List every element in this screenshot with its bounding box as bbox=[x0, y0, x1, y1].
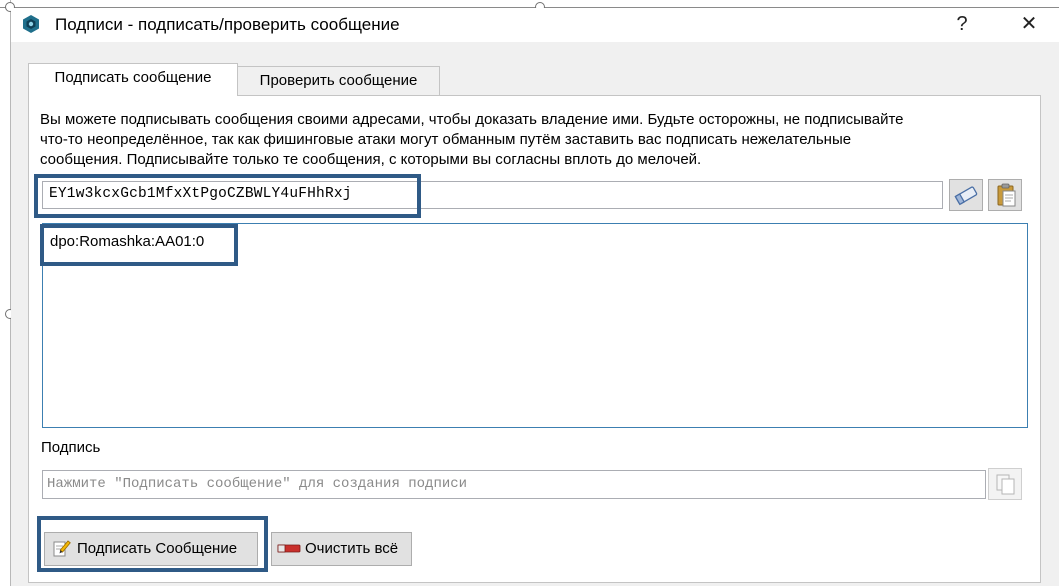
message-textarea-value: dpo:Romashka:AA01:0 bbox=[50, 233, 205, 250]
address-book-button[interactable] bbox=[949, 179, 983, 211]
app-hexagon-icon bbox=[23, 15, 39, 33]
message-textarea[interactable]: dpo:Romashka:AA01:0 bbox=[42, 223, 1028, 428]
tab-sign-message[interactable]: Подписать сообщение bbox=[28, 63, 238, 96]
clear-all-button-label: Очистить всё bbox=[305, 540, 399, 557]
paste-button[interactable] bbox=[988, 179, 1022, 211]
clear-all-button[interactable]: Очистить всё bbox=[271, 532, 412, 566]
eraser-icon bbox=[277, 544, 301, 553]
description-line: сообщения. Подписывайте только те сообще… bbox=[40, 151, 702, 168]
sign-message-button[interactable]: Подписать Сообщение bbox=[44, 532, 258, 566]
copy-signature-button[interactable] bbox=[988, 468, 1022, 500]
close-button[interactable]: ✕ bbox=[1014, 11, 1044, 37]
address-book-icon bbox=[954, 186, 978, 206]
address-input[interactable]: EY1w3kcxGcb1MfxXtPgoCZBWLY4uFHhRxj bbox=[42, 181, 943, 209]
signature-label: Подпись bbox=[41, 439, 101, 456]
warning-description: Вы можете подписывать сообщения своими а… bbox=[40, 110, 1025, 170]
sign-message-button-label: Подписать Сообщение bbox=[77, 540, 238, 557]
help-button[interactable]: ? bbox=[947, 11, 977, 37]
pencil-document-icon bbox=[53, 540, 71, 557]
tab-verify-message[interactable]: Проверить сообщение bbox=[237, 66, 440, 95]
description-line: что-то неопределённое, так как фишинговы… bbox=[40, 131, 852, 148]
address-input-value: EY1w3kcxGcb1MfxXtPgoCZBWLY4uFHhRxj bbox=[49, 186, 352, 202]
copy-icon bbox=[996, 474, 1015, 495]
paste-icon bbox=[997, 183, 1016, 207]
signature-placeholder: Нажмите "Подписать сообщение" для создан… bbox=[47, 476, 468, 492]
signature-output-field[interactable]: Нажмите "Подписать сообщение" для создан… bbox=[42, 470, 986, 499]
title-bar: Подписи - подписать/проверить сообщение … bbox=[11, 8, 1059, 42]
description-line: Вы можете подписывать сообщения своими а… bbox=[40, 111, 904, 128]
window-title: Подписи - подписать/проверить сообщение bbox=[55, 15, 400, 34]
